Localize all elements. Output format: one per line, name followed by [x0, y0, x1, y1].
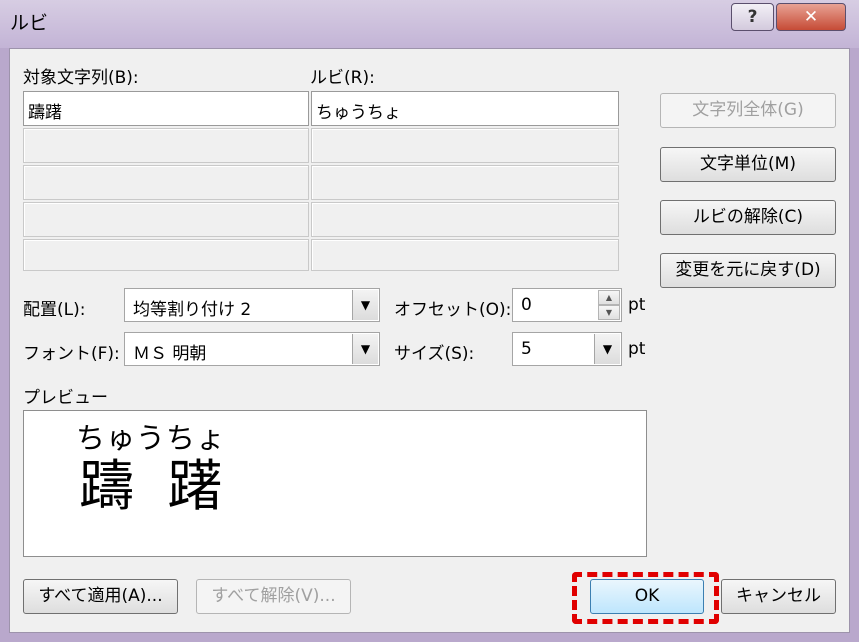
ruby-cell[interactable]: [311, 202, 619, 237]
ruby-cell-text: ちゅうちょ: [316, 103, 401, 123]
ruby-cell[interactable]: [311, 128, 619, 163]
remove-ruby-button[interactable]: ルビの解除(C): [660, 200, 836, 235]
dialog-body: 対象文字列(B): ルビ(R): 躊躇 ちゅうちょ 文字列全体(G) 文字単位(…: [9, 48, 850, 633]
revert-changes-button[interactable]: 変更を元に戻す(D): [660, 253, 836, 288]
preview-label: プレビュー: [23, 388, 108, 408]
window-title: ルビ: [10, 12, 49, 34]
close-button[interactable]: ✕: [776, 3, 846, 31]
apply-all-button[interactable]: すべて適用(A)...: [23, 579, 178, 614]
base-cell[interactable]: [23, 239, 309, 271]
base-cell[interactable]: [23, 128, 309, 163]
title-bar: ルビ ? ✕: [0, 0, 859, 48]
chevron-down-icon[interactable]: ▼: [352, 290, 378, 320]
ruby-header: ルビ(R):: [310, 68, 375, 88]
base-cell[interactable]: [23, 202, 309, 237]
spin-down-icon[interactable]: ▼: [598, 305, 620, 320]
remove-all-button[interactable]: すべて解除(V)...: [196, 579, 351, 614]
offset-label: オフセット(O):: [394, 300, 512, 320]
ruby-cell[interactable]: [311, 165, 619, 200]
offset-spinner[interactable]: 0 ▲ ▼: [512, 288, 622, 322]
chevron-down-icon[interactable]: ▼: [594, 334, 620, 364]
ruby-cell[interactable]: [311, 239, 619, 271]
offset-unit: pt: [628, 295, 646, 315]
cancel-button[interactable]: キャンセル: [721, 579, 836, 614]
alignment-dropdown[interactable]: 均等割り付け 2 ▼: [124, 288, 380, 322]
size-value: 5: [521, 339, 532, 359]
whole-string-button[interactable]: 文字列全体(G): [660, 93, 836, 128]
size-label: サイズ(S):: [394, 344, 475, 364]
base-cell[interactable]: [23, 165, 309, 200]
size-unit: pt: [628, 339, 646, 359]
preview-base-text: 躊 躇: [79, 454, 231, 518]
per-character-button[interactable]: 文字単位(M): [660, 147, 836, 182]
preview-pane: ちゅうちょ 躊 躇: [23, 410, 647, 557]
font-label: フォント(F):: [23, 344, 120, 364]
ok-highlight-frame: [572, 572, 719, 624]
font-dropdown[interactable]: ＭＳ 明朝 ▼: [124, 332, 380, 366]
base-text-header: 対象文字列(B):: [23, 68, 139, 88]
chevron-down-icon[interactable]: ▼: [352, 334, 378, 364]
size-dropdown[interactable]: 5 ▼: [512, 332, 622, 366]
ruby-cell[interactable]: ちゅうちょ: [311, 91, 619, 126]
offset-value: 0: [521, 295, 532, 315]
alignment-label: 配置(L):: [23, 300, 86, 320]
base-cell[interactable]: 躊躇: [23, 91, 309, 126]
help-button[interactable]: ?: [731, 3, 774, 31]
base-cell-text: 躊躇: [28, 103, 62, 123]
spin-up-icon[interactable]: ▲: [598, 290, 620, 305]
font-value: ＭＳ 明朝: [133, 344, 207, 364]
alignment-value: 均等割り付け 2: [133, 300, 252, 320]
